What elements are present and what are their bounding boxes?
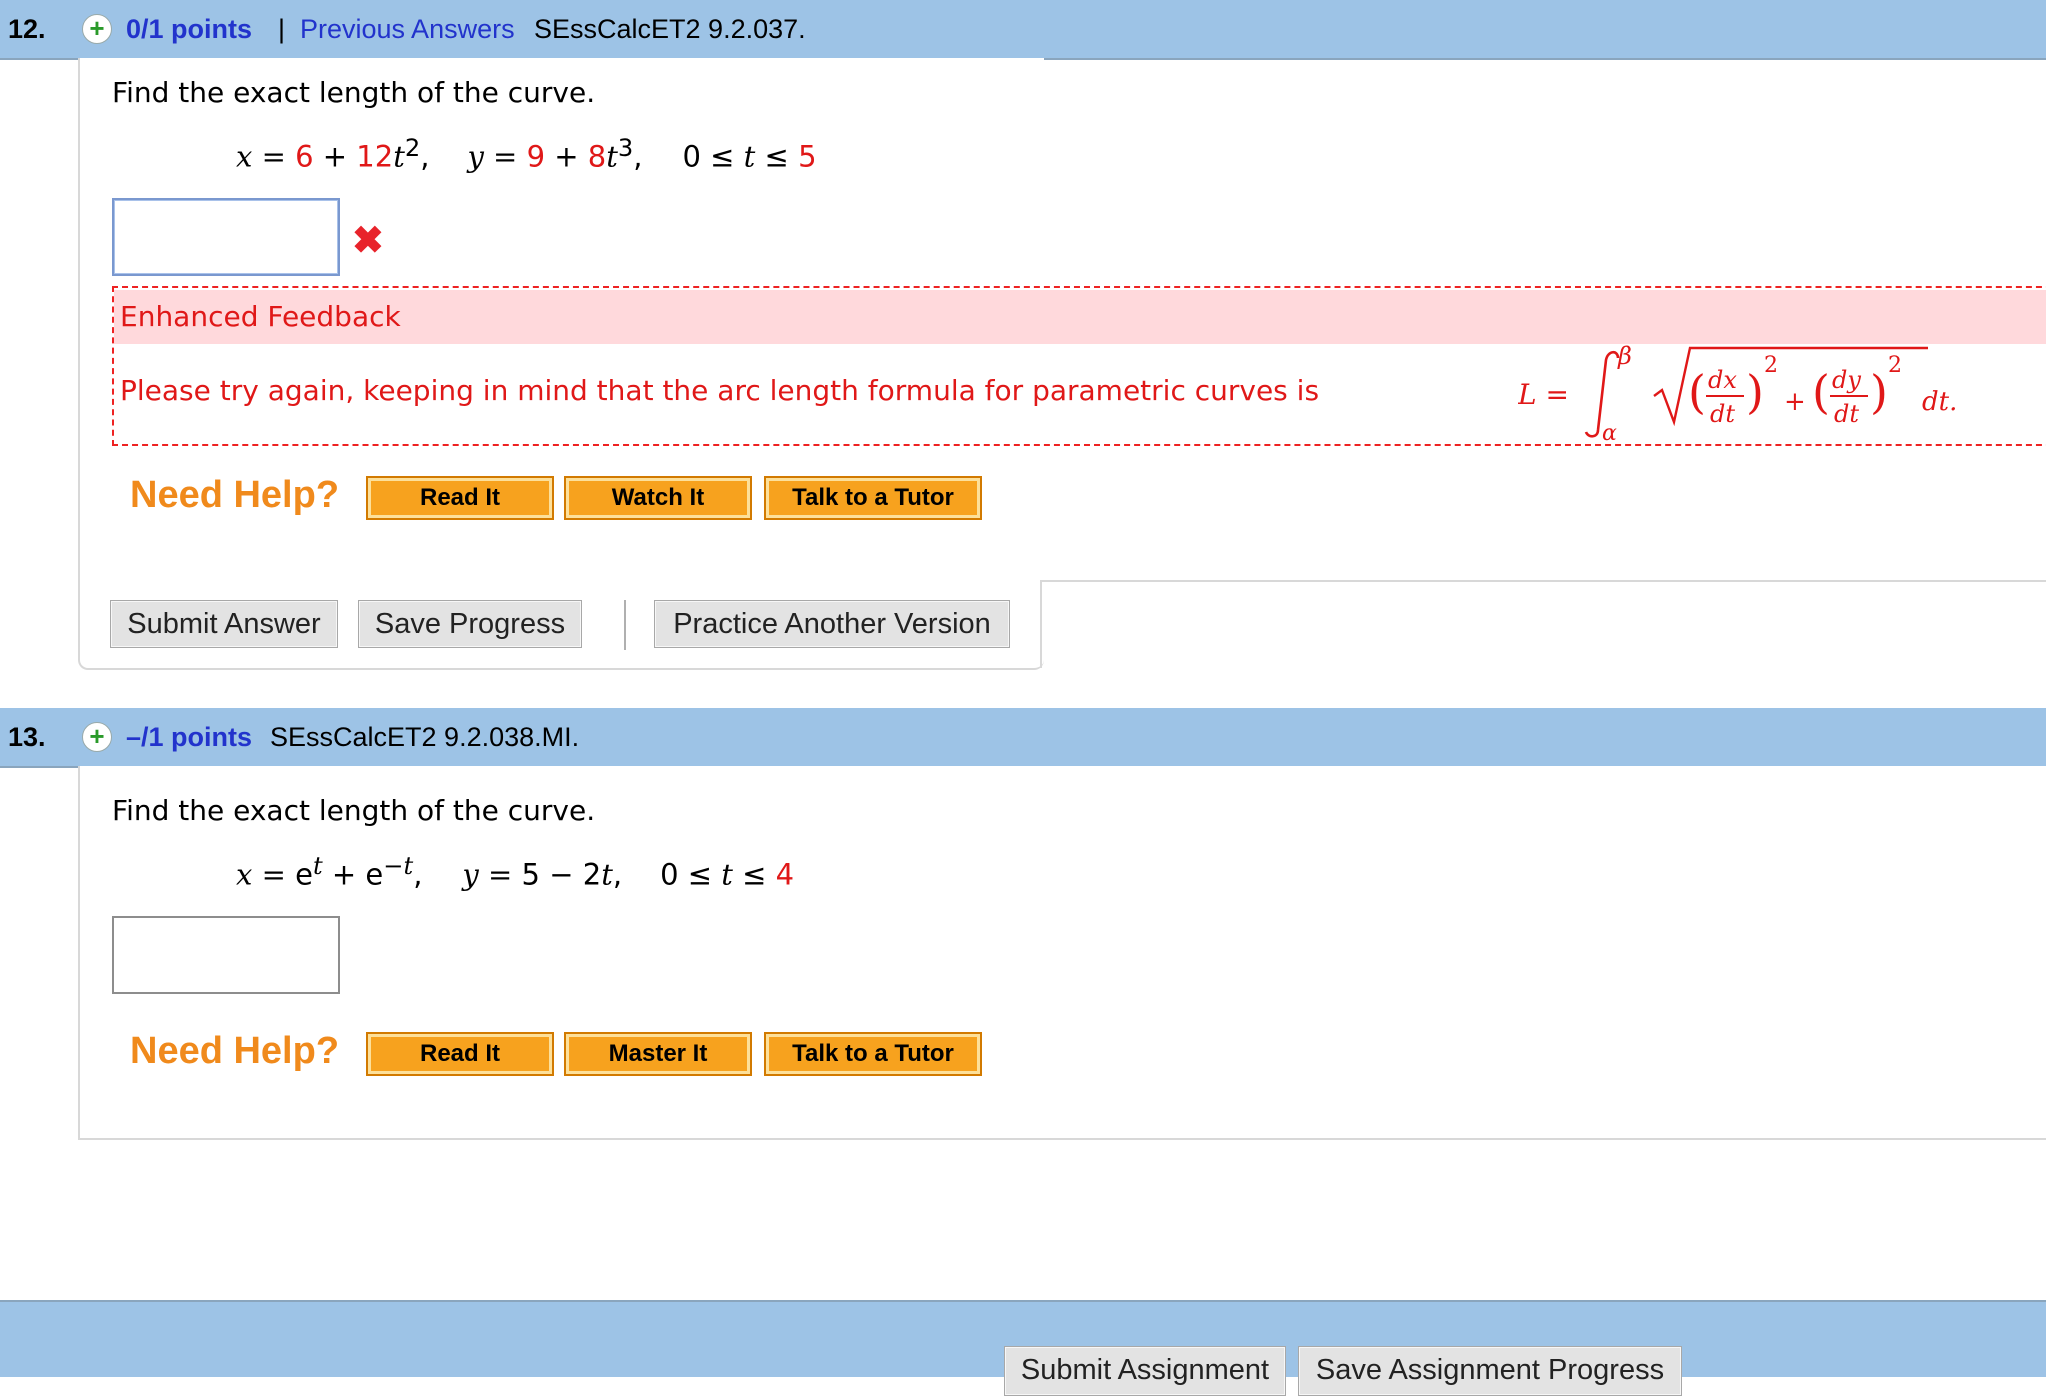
question-prompt: Find the exact length of the curve. — [112, 76, 596, 109]
read-it-button[interactable]: Read It — [366, 1032, 554, 1076]
curve-equation: x = 6 + 12t2, y = 9 + 8t3, 0 ≤ t ≤ 5 — [236, 134, 817, 174]
need-help-label: Need Help? — [130, 1030, 340, 1072]
submit-assignment-button[interactable]: Submit Assignment — [1004, 1346, 1286, 1396]
svg-text:2: 2 — [1764, 353, 1778, 378]
expand-plus-icon[interactable]: + — [82, 14, 112, 44]
talk-to-tutor-button[interactable]: Talk to a Tutor — [764, 1032, 982, 1076]
svg-text:dx: dx — [1708, 366, 1737, 394]
talk-to-tutor-button[interactable]: Talk to a Tutor — [764, 476, 982, 520]
question-13-header: 13. + –/1 points SEssCalcET2 9.2.038.MI. — [0, 708, 2046, 768]
svg-text:L =: L = — [1518, 378, 1569, 411]
question-code: SEssCalcET2 9.2.037. — [534, 13, 806, 44]
need-help-label: Need Help? — [130, 474, 340, 516]
question-code: SEssCalcET2 9.2.038.MI. — [270, 721, 580, 752]
svg-text:dt.: dt. — [1922, 387, 1957, 417]
previous-answers-link[interactable]: Previous Answers — [300, 14, 515, 45]
separator: | — [278, 13, 286, 44]
button-divider — [624, 600, 626, 650]
svg-text:+: + — [1784, 387, 1806, 417]
points-link[interactable]: –/1 points — [126, 722, 252, 753]
panel-divider — [1040, 580, 2046, 582]
svg-text:2: 2 — [1888, 353, 1902, 378]
svg-text:): ) — [1746, 365, 1764, 419]
question-prompt: Find the exact length of the curve. — [112, 794, 596, 827]
svg-text:(: ( — [1688, 365, 1706, 419]
master-it-button[interactable]: Master It — [564, 1032, 752, 1076]
svg-text:): ) — [1870, 365, 1888, 419]
svg-text:β: β — [1617, 342, 1632, 370]
svg-text:dt: dt — [1834, 400, 1859, 428]
enhanced-feedback-box: Enhanced Feedback Please try again, keep… — [112, 286, 2046, 446]
curve-equation: x = et + e−t, y = 5 − 2t, 0 ≤ t ≤ 4 — [236, 852, 795, 892]
practice-another-version-button[interactable]: Practice Another Version — [654, 600, 1010, 648]
submit-answer-button[interactable]: Submit Answer — [110, 600, 338, 648]
points-link[interactable]: 0/1 points — [126, 14, 252, 45]
arc-length-formula: L = β α ( dx dt ) 2 + ( dy dt ) 2 dt. — [1518, 342, 1957, 446]
feedback-title: Enhanced Feedback — [114, 290, 2046, 344]
answer-input-13[interactable] — [112, 916, 340, 994]
svg-text:dy: dy — [1832, 366, 1861, 394]
svg-text:α: α — [1602, 421, 1617, 446]
feedback-text: Please try again, keeping in mind that t… — [120, 374, 1320, 407]
question-number: 13. — [8, 721, 46, 752]
answer-input-12[interactable] — [112, 198, 340, 276]
panel-divider-vertical — [1040, 580, 1042, 668]
watch-it-button[interactable]: Watch It — [564, 476, 752, 520]
save-progress-button[interactable]: Save Progress — [358, 600, 582, 648]
incorrect-x-icon: ✖ — [352, 220, 384, 262]
svg-text:dt: dt — [1710, 400, 1735, 428]
svg-text:(: ( — [1812, 365, 1830, 419]
question-number: 12. — [8, 13, 46, 44]
save-assignment-progress-button[interactable]: Save Assignment Progress — [1298, 1346, 1682, 1396]
question-12-header: 12. + 0/1 points | Previous Answers SEss… — [0, 0, 2046, 60]
read-it-button[interactable]: Read It — [366, 476, 554, 520]
assignment-footer: Submit Assignment Save Assignment Progre… — [0, 1300, 2046, 1396]
expand-plus-icon[interactable]: + — [82, 722, 112, 752]
